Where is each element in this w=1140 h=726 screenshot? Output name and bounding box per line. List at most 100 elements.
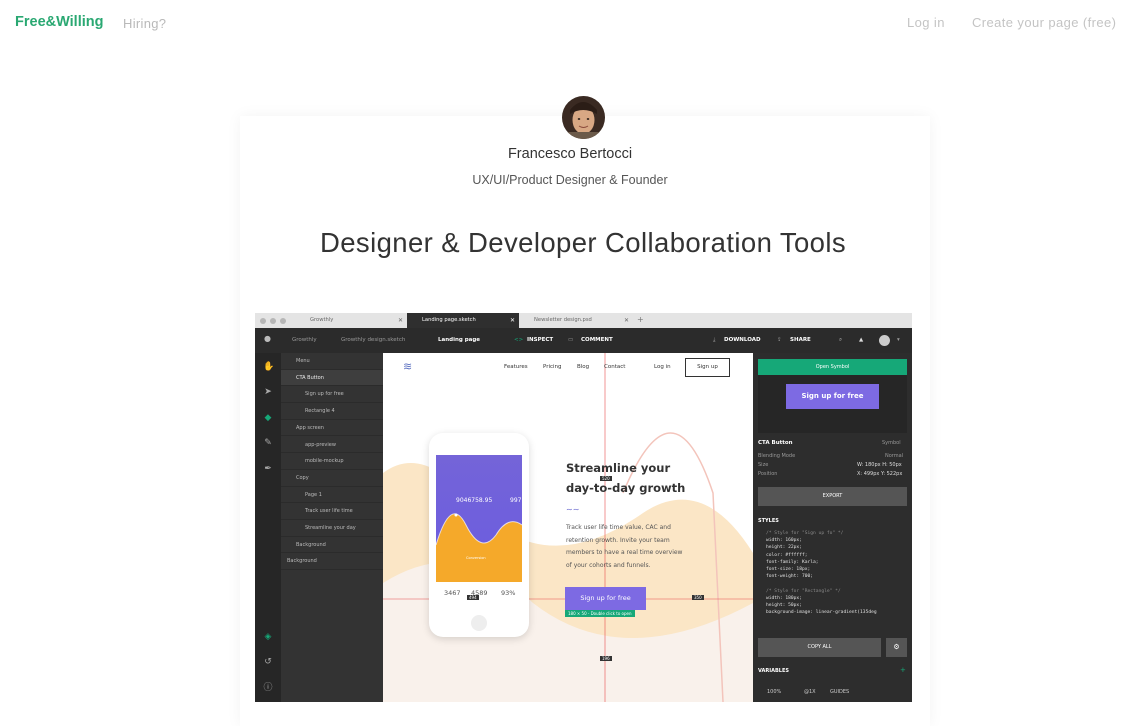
pointer-icon[interactable]: ➤	[263, 387, 273, 397]
close-icon[interactable]: ✕	[624, 313, 629, 328]
layer-item[interactable]: Background	[281, 537, 383, 554]
code-line: height: 50px;	[766, 603, 802, 608]
search-icon[interactable]: ⌕	[839, 337, 842, 344]
login-link[interactable]: Log in	[907, 15, 945, 30]
breadcrumb-item[interactable]: Growthly	[292, 337, 317, 343]
copy-all-button[interactable]: COPY ALL	[758, 638, 881, 657]
symbol-type: Symbol	[882, 440, 901, 446]
pen-icon[interactable]: ✒	[263, 464, 273, 474]
chevron-down-icon[interactable]: ▾	[897, 337, 900, 343]
layer-item[interactable]: Sign up for free	[281, 386, 383, 404]
browser-tab-bar: Growthly ✕ Landing page.sketch ✕ Newslette…	[255, 313, 912, 328]
layer-item[interactable]: app-preview	[281, 437, 383, 454]
layers-panel: Menu CTA Button Sign up for free Rectangle …	[281, 353, 383, 702]
layer-item[interactable]: Page 1	[281, 487, 383, 504]
position-value: X: 499px Y: 522px	[857, 471, 903, 477]
download-button[interactable]: DOWNLOAD	[724, 337, 761, 343]
window-dot	[270, 318, 276, 324]
layer-item[interactable]: Rectangle 4	[281, 403, 383, 420]
guides-toggle[interactable]: GUIDES	[830, 689, 849, 695]
page-title: Designer & Developer Collaboration Tools	[319, 227, 847, 258]
new-tab-icon[interactable]: +	[637, 315, 644, 324]
layer-item[interactable]: App screen	[281, 420, 383, 437]
measure-label: 520	[600, 476, 612, 481]
share-icon: ⇪	[777, 337, 782, 343]
position-label: Position	[758, 471, 778, 477]
site-nav-link[interactable]: Features	[504, 364, 528, 370]
cta-dimension-hint: 180 × 50 - Double click to open	[565, 610, 635, 617]
tab-growthly[interactable]: Growthly ✕	[295, 313, 407, 328]
code-line: height: 22px;	[766, 545, 802, 551]
tool-sidebar: ✋ ➤ ◆ ✎ ✒ ◈ ↺ ⓘ	[255, 353, 281, 702]
close-icon[interactable]: ✕	[510, 313, 515, 328]
export-button[interactable]: EXPORT	[758, 487, 907, 506]
tab-newsletter[interactable]: Newsletter design.psd ✕	[519, 313, 633, 328]
site-body-line: retention growth. Invite your team	[566, 536, 670, 544]
eyedropper-icon[interactable]: ✎	[263, 438, 273, 448]
info-icon[interactable]: ⓘ	[263, 683, 273, 693]
bell-icon[interactable]: ▲	[859, 337, 863, 343]
ruler-icon[interactable]: ◆	[263, 413, 273, 423]
site-nav-link[interactable]: Blog	[577, 364, 589, 370]
layer-item[interactable]: Copy	[281, 470, 383, 487]
layer-label: Menu	[296, 358, 310, 364]
brand-logo-link[interactable]: Free&Willing	[15, 14, 104, 30]
layer-label: app-preview	[305, 441, 336, 448]
layer-item[interactable]: Background	[281, 553, 383, 571]
window-dot	[280, 318, 286, 324]
variables-heading: VARIABLES	[758, 668, 789, 674]
layer-item[interactable]: CTA Button	[281, 369, 383, 387]
menu-icon[interactable]: ≋	[403, 360, 412, 373]
layer-item[interactable]: Streamline your day	[281, 520, 383, 537]
create-page-link[interactable]: Create your page (free)	[972, 15, 1116, 30]
top-navigation: Free&Willing Hiring? Log in Create your …	[0, 0, 1140, 46]
site-body-line: Track user life time value, CAC and	[566, 524, 671, 531]
share-button[interactable]: SHARE	[790, 337, 811, 343]
preview-cta: Sign up for free	[786, 384, 879, 409]
site-nav-link[interactable]: Pricing	[543, 364, 562, 370]
open-symbol-button[interactable]: Open Symbol	[758, 359, 907, 375]
layer-item[interactable]: Menu	[281, 353, 383, 370]
measure-label: 196	[600, 656, 612, 661]
code-line: color: #ffffff;	[766, 552, 808, 558]
symbol-preview: Sign up for free	[758, 375, 907, 433]
symbol-name: CTA Button	[758, 440, 793, 446]
avatar[interactable]	[562, 96, 605, 139]
add-variable-icon[interactable]: +	[900, 666, 906, 674]
layer-label: Background	[287, 558, 317, 565]
site-login-link[interactable]: Log in	[654, 364, 671, 370]
tab-landing-page[interactable]: Landing page.sketch ✕	[407, 313, 519, 328]
comment-mode-button[interactable]: COMMENT	[581, 337, 613, 343]
inspect-mode-button[interactable]: INSPECT	[527, 337, 553, 343]
site-body-text: Track user life time value, CAC and reten…	[566, 524, 682, 574]
size-label: Size	[758, 462, 769, 468]
phone-caption: Conversion	[466, 556, 486, 560]
history-icon[interactable]: ↺	[263, 657, 273, 667]
layers-icon[interactable]: ◈	[263, 632, 273, 642]
code-line: background-image: linear-gradient(135deg	[766, 610, 877, 616]
code-icon: <>	[514, 337, 524, 343]
breadcrumb-item[interactable]: Landing page	[438, 337, 480, 343]
layer-item[interactable]: mobile-mockup	[281, 453, 383, 470]
styles-heading: STYLES	[758, 518, 779, 524]
hiring-link[interactable]: Hiring?	[123, 16, 166, 31]
hand-icon[interactable]: ✋	[263, 362, 274, 372]
code-line: /* Style for "Sign up fo" */	[766, 531, 844, 536]
close-icon[interactable]: ✕	[398, 313, 403, 328]
design-canvas[interactable]: ≋ Features Pricing Blog Contact Log in Sign…	[383, 353, 753, 702]
site-cta-button[interactable]: Sign up for free	[565, 587, 646, 610]
site-signup-button[interactable]: Sign up	[685, 358, 730, 377]
app-logo-icon: ●	[264, 334, 271, 343]
phone-home-button	[471, 615, 487, 631]
site-nav-link[interactable]: Contact	[604, 364, 625, 370]
user-avatar[interactable]	[879, 335, 890, 346]
app-toolbar: ● Growthly Growthly design.sketch Landin…	[255, 328, 912, 353]
code-line: /* Style for "Rectangle" */	[766, 588, 841, 594]
zoom-level[interactable]: 100%	[767, 689, 781, 695]
scale-select[interactable]: @1X	[804, 689, 816, 695]
site-heading-line1: Streamline your	[566, 461, 671, 475]
breadcrumb-item[interactable]: Growthly design.sketch	[341, 337, 405, 343]
settings-icon[interactable]: ⚙	[886, 638, 907, 657]
code-line: width: 180px;	[766, 595, 802, 601]
layer-item[interactable]: Track user life time	[281, 503, 383, 520]
